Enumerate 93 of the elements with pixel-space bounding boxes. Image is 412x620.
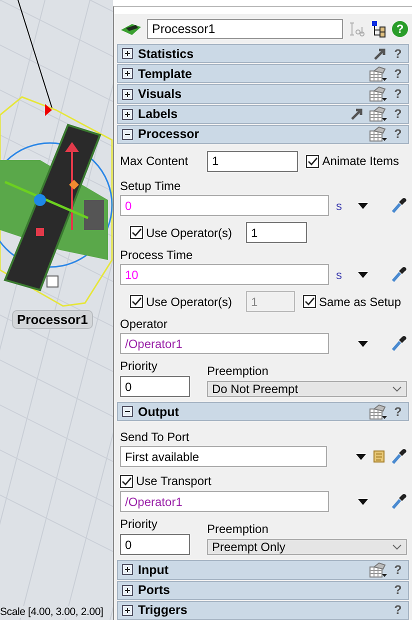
section-header[interactable]: Output ? (117, 402, 409, 422)
input-field[interactable]: 1 (207, 150, 298, 172)
checkbox-label: Use Transport (136, 474, 212, 488)
checkbox-label: Use Operator(s) (146, 294, 232, 309)
expand-icon[interactable] (122, 564, 133, 576)
checkbox[interactable] (130, 226, 143, 240)
field-label: Priority (120, 516, 158, 532)
checkbox[interactable] (120, 474, 133, 488)
caret-icon[interactable] (357, 340, 369, 348)
code-field[interactable]: First available (120, 446, 327, 468)
checkbox[interactable] (306, 154, 320, 168)
section-header[interactable]: Labels ? (117, 104, 409, 124)
caret-icon[interactable] (357, 270, 369, 279)
eyedropper-icon[interactable] (391, 448, 407, 466)
table-menu-icon[interactable] (369, 86, 387, 102)
help-icon[interactable]: ? (392, 46, 404, 61)
chevron-down-icon[interactable] (392, 544, 402, 550)
section-header[interactable]: Statistics ? (117, 44, 409, 64)
eyedropper-icon[interactable] (391, 493, 407, 510)
caret-icon[interactable] (355, 452, 367, 461)
section-title: Processor (138, 127, 200, 142)
chevron-down-icon[interactable] (392, 386, 402, 392)
section-title: Statistics (138, 46, 195, 61)
table-menu-icon[interactable] (369, 106, 387, 122)
table-menu-icon[interactable] (369, 126, 387, 142)
help-icon[interactable]: ? (392, 603, 404, 618)
expand-icon[interactable] (122, 108, 133, 120)
input-field[interactable]: 1 (246, 222, 308, 244)
help-icon[interactable]: ? (392, 66, 404, 81)
collapse-icon[interactable] (122, 128, 133, 140)
code-field[interactable]: /Operator1 (120, 333, 329, 354)
unit-label: s (335, 198, 342, 213)
field-label: Priority (120, 358, 158, 374)
section-title: Output (138, 404, 180, 419)
section-header[interactable]: Ports ? (117, 580, 409, 600)
checkbox-label: Use Operator(s) (146, 226, 232, 240)
handle-square[interactable] (46, 276, 58, 288)
field-label: Preemption (207, 363, 270, 380)
tree-icon[interactable] (371, 20, 387, 38)
input-field[interactable]: 0 (120, 534, 190, 556)
section-header[interactable]: Visuals ? (117, 84, 409, 104)
expand-icon[interactable] (122, 88, 133, 100)
expand-icon[interactable] (122, 68, 133, 80)
section-header[interactable]: Triggers ? (117, 600, 409, 620)
status-text: Scale [4.00, 3.00, 2.00] (0, 606, 104, 618)
caret-icon[interactable] (357, 498, 369, 506)
help-icon[interactable]: ? (392, 107, 404, 122)
checkbox-label: Same as Setup (318, 294, 402, 309)
dropdown[interactable]: Do Not Preempt (207, 381, 407, 398)
table-menu-icon[interactable] (369, 562, 387, 578)
caret-icon[interactable] (357, 202, 369, 210)
field-label: Operator (120, 316, 168, 332)
section-title: Ports (138, 583, 171, 598)
object-label: Processor1 (12, 310, 93, 329)
expand-icon[interactable] (122, 48, 133, 60)
section-title: Visuals (138, 87, 183, 102)
input-field[interactable]: 0 (120, 376, 190, 398)
processor-icon (120, 22, 142, 36)
pointer-arrow-icon[interactable] (373, 46, 387, 61)
table-menu-icon[interactable] (369, 66, 387, 82)
dropdown[interactable]: Preempt Only (207, 539, 407, 556)
eyedropper-icon[interactable] (391, 335, 407, 352)
help-icon[interactable]: ? (392, 404, 404, 419)
field-label: Max Content (120, 153, 190, 170)
section-header[interactable]: Template ? (117, 64, 409, 84)
field-label: Preemption (207, 521, 270, 538)
eyedropper-icon[interactable] (391, 197, 407, 214)
code-field[interactable]: /Operator1 (120, 491, 329, 512)
field-label: Setup Time (120, 178, 182, 194)
expand-icon[interactable] (122, 604, 133, 616)
collapse-icon[interactable] (122, 406, 133, 418)
help-icon[interactable]: ? (392, 562, 404, 577)
section-title: Input (138, 562, 170, 577)
field-label: Process Time (120, 247, 194, 264)
help-icon[interactable]: ? (392, 583, 404, 598)
section-header[interactable]: Processor ? (117, 124, 409, 144)
field-label: Send To Port (120, 429, 190, 446)
help-icon[interactable]: ? (392, 127, 404, 142)
eyedropper-icon[interactable] (391, 266, 407, 284)
help-icon[interactable]: ? (392, 87, 404, 102)
checkbox-label: Animate Items (322, 154, 400, 168)
processor-model-drawing[interactable] (0, 96, 113, 307)
section-header[interactable]: Input ? (117, 560, 409, 580)
unit-label: s (335, 268, 342, 282)
help-button[interactable]: ? (392, 20, 408, 37)
section-title: Template (138, 66, 193, 81)
scroll-icon[interactable] (371, 448, 387, 465)
name-field[interactable]: Processor1 (147, 18, 343, 39)
table-menu-icon[interactable] (369, 404, 387, 420)
section-title: Labels (138, 107, 179, 122)
pointer-arrow-icon[interactable] (350, 107, 364, 122)
section-title: Triggers (138, 603, 188, 618)
expand-icon[interactable] (122, 584, 133, 596)
